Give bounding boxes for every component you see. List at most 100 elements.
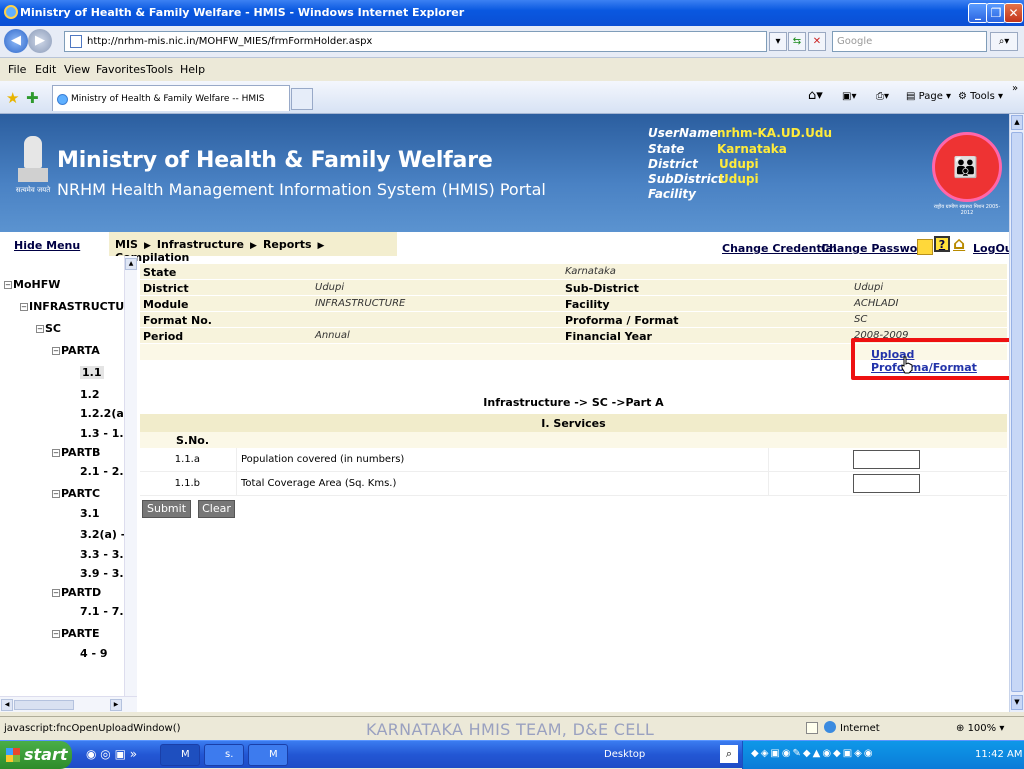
clear-button[interactable]: Clear: [198, 500, 235, 518]
tab-active[interactable]: Ministry of Health & Family Welfare -- H…: [52, 85, 290, 111]
tree-leaf[interactable]: 1.2.2(a): [80, 407, 129, 420]
state-value: Karnataka: [565, 266, 616, 277]
minimize-button[interactable]: _: [968, 3, 988, 23]
menu-favorites[interactable]: Favorites: [96, 63, 146, 76]
submit-button[interactable]: Submit: [142, 500, 191, 518]
tree-node-infrastructure[interactable]: − INFRASTRUCTURE: [20, 300, 137, 313]
forward-arrow-icon[interactable]: ▶: [28, 29, 52, 53]
module-label: Module: [143, 298, 189, 311]
nav-bar: Hide Menu MIS ▶ Infrastructure ▶ Reports ▶Com…: [0, 232, 1009, 264]
page-menu-button[interactable]: ▤ Page ▾: [906, 91, 951, 102]
hide-menu-link[interactable]: Hide Menu: [14, 239, 80, 252]
scroll-up-icon[interactable]: ▲: [125, 258, 137, 270]
taskbar-task-folder[interactable]: s.: [204, 744, 244, 766]
tree-node-mohfw[interactable]: − MoHFW: [4, 278, 60, 291]
page-menu-label: Page: [918, 91, 943, 102]
tree-label: PARTB: [61, 446, 101, 459]
tree-leaf[interactable]: 1.2: [80, 388, 100, 401]
change-credential-link[interactable]: Change Credential: [722, 242, 837, 255]
item-label-cell: Population covered (in numbers): [237, 448, 769, 472]
nrhm-logo-icon: 👪 राष्ट्रीय ग्रामीण स्वास्थ्य मिशन 2005-…: [928, 128, 1006, 216]
tree-label: PARTC: [61, 487, 101, 500]
refresh-icon[interactable]: ⇆: [788, 32, 806, 51]
arrow-right-icon: ▶: [250, 241, 257, 251]
close-button[interactable]: ✕: [1004, 3, 1023, 23]
tree-leaf[interactable]: 3.2(a) -: [80, 528, 125, 541]
tree-node-sc[interactable]: − SC: [36, 322, 61, 335]
subdistrict-label: Sub-District: [565, 282, 639, 295]
menu-infrastructure[interactable]: Infrastructure: [157, 238, 244, 251]
module-value: INFRASTRUCTURE: [315, 298, 406, 309]
chevron-more-icon[interactable]: »: [1012, 83, 1018, 94]
scroll-down-icon[interactable]: ▼: [1011, 695, 1023, 710]
scroll-thumb[interactable]: [1011, 132, 1023, 692]
print-icon[interactable]: ⎙▾: [876, 91, 889, 102]
tree-node-selected[interactable]: 1.1: [80, 366, 104, 379]
emblem-caption: सत्यमेव जयते: [15, 186, 51, 194]
tree-leaf[interactable]: 3.1: [80, 507, 100, 520]
scroll-left-icon[interactable]: ◀: [1, 699, 13, 711]
username-label: UserName: [648, 126, 718, 140]
tree-vertical-scrollbar[interactable]: ▲: [124, 256, 137, 698]
home-icon[interactable]: ⌂▾: [808, 88, 823, 103]
tree-label: PARTA: [61, 344, 100, 357]
task-label: s.: [225, 749, 234, 760]
menu-tools[interactable]: Tools: [146, 63, 173, 76]
search-input[interactable]: Google: [832, 31, 987, 52]
back-arrow-icon[interactable]: ◀: [4, 29, 28, 53]
subdistrict-label: SubDistrict: [648, 172, 724, 186]
maximize-button[interactable]: ❐: [986, 3, 1006, 23]
quick-launch-icons[interactable]: ◉ ◎ ▣ »: [86, 747, 137, 761]
proforma-label: Proforma / Format: [565, 314, 679, 327]
search-icon[interactable]: ⌕▾: [990, 32, 1018, 51]
footer-caption: KARNATAKA HMIS TEAM, D&E CELL: [366, 720, 655, 739]
menu-edit[interactable]: Edit: [35, 63, 56, 76]
zoom-level[interactable]: ⊕ 100% ▾: [956, 723, 1004, 734]
home-icon[interactable]: ⌂: [953, 234, 969, 254]
taskbar-task-app[interactable]: M: [248, 744, 288, 766]
change-password-link[interactable]: Change Password: [821, 242, 931, 255]
scroll-up-icon[interactable]: ▲: [1011, 115, 1023, 130]
population-input[interactable]: [853, 450, 920, 469]
desktop-toolbar-label[interactable]: Desktop: [604, 749, 645, 760]
start-button[interactable]: start: [0, 741, 72, 769]
stop-icon[interactable]: ✕: [808, 32, 826, 51]
tree-horizontal-scrollbar[interactable]: ◀ ▶: [0, 696, 137, 712]
tree-node-partb[interactable]: − PARTB: [52, 446, 100, 459]
taskbar-task-ie[interactable]: M: [160, 744, 200, 766]
search-icon[interactable]: ⌕: [720, 745, 738, 763]
tools-menu-button[interactable]: ⚙ Tools ▾: [958, 91, 1003, 102]
tree-node-parta[interactable]: − PARTA: [52, 344, 100, 357]
menu-reports[interactable]: Reports: [263, 238, 312, 251]
coverage-area-input[interactable]: [853, 474, 920, 493]
logout-link[interactable]: LogOut: [973, 242, 1009, 255]
page-vertical-scrollbar[interactable]: ▲ ▼: [1009, 114, 1024, 712]
state-label: State: [143, 266, 177, 279]
new-tab-button[interactable]: [291, 88, 313, 110]
favorites-star-icon[interactable]: ★: [6, 89, 19, 107]
tree-node-partd[interactable]: − PARTD: [52, 586, 101, 599]
scroll-thumb[interactable]: [14, 700, 74, 710]
table-row: 1.1.b Total Coverage Area (Sq. Kms.): [140, 472, 1007, 496]
collapse-icon: −: [4, 281, 12, 289]
menu-view[interactable]: View: [64, 63, 90, 76]
menu-mis[interactable]: MIS: [115, 238, 138, 251]
menu-file[interactable]: File: [8, 63, 26, 76]
menu-help[interactable]: Help: [180, 63, 205, 76]
arrow-right-icon: ▶: [143, 241, 151, 251]
window-title: Ministry of Health & Family Welfare - HM…: [20, 6, 465, 19]
tree-node-partc[interactable]: − PARTC: [52, 487, 100, 500]
address-dropdown-icon[interactable]: ▾: [769, 32, 787, 51]
address-bar[interactable]: http://nrhm-mis.nic.in/MOHFW_MIES/frmFor…: [64, 31, 767, 52]
portal-header: सत्यमेव जयते Ministry of Health & Family…: [0, 114, 1009, 232]
tab-title: Ministry of Health & Family Welfare -- H…: [71, 94, 265, 104]
mail-icon[interactable]: [917, 239, 933, 255]
tree-leaf[interactable]: 4 - 9: [80, 647, 108, 660]
tray-icons[interactable]: ◆◈▣◉✎◆▲◉◆▣◈◉: [751, 748, 875, 759]
tree-node-parte[interactable]: − PARTE: [52, 627, 100, 640]
feeds-icon[interactable]: ▣▾: [842, 91, 856, 102]
scroll-right-icon[interactable]: ▶: [110, 699, 122, 711]
help-icon[interactable]: ?: [934, 236, 950, 252]
add-favorite-icon[interactable]: ✚: [26, 89, 39, 107]
district-value: Udupi: [315, 282, 345, 293]
